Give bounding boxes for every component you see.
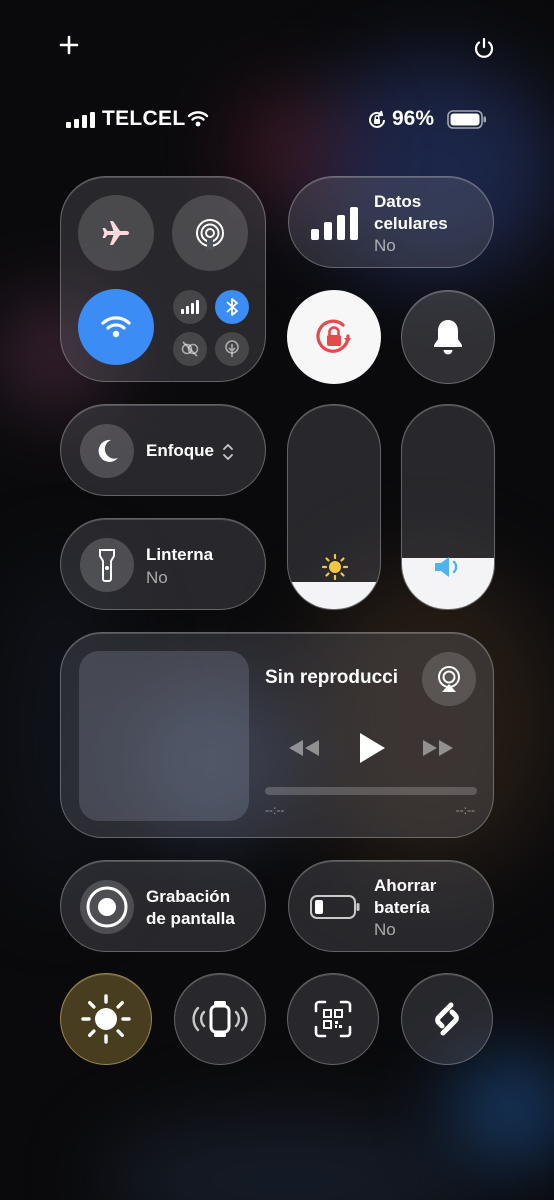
bluetooth-icon	[226, 298, 238, 316]
flashlight-tile[interactable]: Linterna No	[60, 518, 266, 610]
cellular-signal-icon	[311, 207, 358, 240]
battery-low-icon	[309, 894, 361, 920]
cellular-mini-toggle[interactable]	[173, 290, 207, 324]
cellular-data-title: Datos celulares	[374, 192, 448, 233]
airplane-mode-toggle[interactable]	[78, 195, 154, 271]
plus-icon[interactable]	[58, 34, 80, 56]
shazam-button[interactable]	[401, 973, 493, 1065]
low-power-status: No	[374, 920, 396, 939]
watch-ping-icon	[192, 1001, 248, 1037]
progress-bar[interactable]	[265, 787, 477, 795]
ping-watch-button[interactable]	[174, 973, 266, 1065]
battery-percentage: 96%	[392, 107, 435, 130]
tree-icon	[225, 340, 239, 357]
cellular-data-status: No	[374, 236, 396, 255]
status-bar: TELCEL 96%	[0, 0, 554, 160]
airplay-button[interactable]	[422, 652, 476, 706]
airplane-icon	[102, 221, 129, 245]
screen-recording-line1: Grabación	[146, 887, 231, 906]
volume-slider[interactable]	[401, 404, 495, 610]
carrier-name: TELCEL	[102, 107, 186, 130]
qr-scanner-button[interactable]	[287, 973, 379, 1065]
connectivity-module	[60, 176, 266, 382]
sun-icon	[321, 553, 349, 581]
record-icon	[86, 886, 128, 928]
focus-label: Enfoque	[146, 441, 214, 460]
remaining-time: --:--	[455, 803, 475, 817]
silent-mode-button[interactable]	[401, 290, 495, 384]
battery-icon	[447, 110, 487, 129]
screen-recording-tile[interactable]: Grabación de pantalla	[60, 860, 266, 952]
fast-forward-icon	[423, 740, 453, 756]
album-art	[79, 651, 249, 821]
airplay-audio-icon	[438, 666, 460, 692]
airdrop-icon	[196, 219, 224, 250]
rewind-icon	[289, 740, 319, 756]
moon-icon	[98, 439, 118, 462]
flashlight-icon-circle	[80, 538, 134, 592]
focus-tile[interactable]: Enfoque	[60, 404, 266, 496]
airdrop-toggle[interactable]	[172, 195, 248, 271]
qr-scanner-icon	[314, 1000, 352, 1038]
media-title: Sin reproducci	[265, 667, 399, 688]
cellular-signal-icon	[181, 300, 199, 314]
play-button[interactable]	[357, 731, 387, 765]
low-power-tile[interactable]: Ahorrar batería No	[288, 860, 494, 952]
play-icon	[360, 733, 385, 763]
rewind-button[interactable]	[287, 737, 321, 759]
wifi-toggle[interactable]	[78, 289, 154, 365]
link-off-icon	[181, 341, 199, 357]
low-power-line2: batería	[374, 898, 430, 917]
cellular-data-tile[interactable]: Datos celulares No	[288, 176, 494, 268]
hotspot-toggle[interactable]	[173, 332, 207, 366]
speaker-icon	[432, 553, 466, 581]
shazam-icon	[435, 1002, 459, 1036]
flashlight-icon	[99, 549, 115, 582]
bell-icon	[434, 320, 462, 355]
orientation-lock-button[interactable]	[287, 290, 381, 384]
brightness-icon	[81, 994, 131, 1044]
orientation-lock-icon	[316, 319, 351, 353]
focus-icon-circle	[80, 424, 134, 478]
flashlight-status: No	[146, 568, 168, 587]
low-power-line1: Ahorrar	[374, 876, 437, 895]
fast-forward-button[interactable]	[421, 737, 455, 759]
record-icon-circle	[80, 880, 134, 934]
chevron-updown-icon	[222, 443, 234, 461]
cellular-signal-icon	[66, 112, 95, 128]
screen-recording-line2: de pantalla	[146, 909, 235, 928]
bluetooth-toggle[interactable]	[215, 290, 249, 324]
wifi-icon	[101, 316, 131, 338]
power-icon[interactable]	[472, 36, 496, 60]
flashlight-title: Linterna	[146, 545, 214, 564]
vpn-toggle[interactable]	[215, 332, 249, 366]
brightness-button[interactable]	[60, 973, 152, 1065]
brightness-slider[interactable]	[287, 404, 381, 610]
elapsed-time: --:--	[265, 803, 285, 817]
orientation-lock-icon	[366, 109, 388, 131]
now-playing-module: Sin reproducci --:-- --:--	[60, 632, 494, 838]
wifi-icon	[187, 110, 209, 128]
brightness-slider-fill	[288, 582, 380, 609]
